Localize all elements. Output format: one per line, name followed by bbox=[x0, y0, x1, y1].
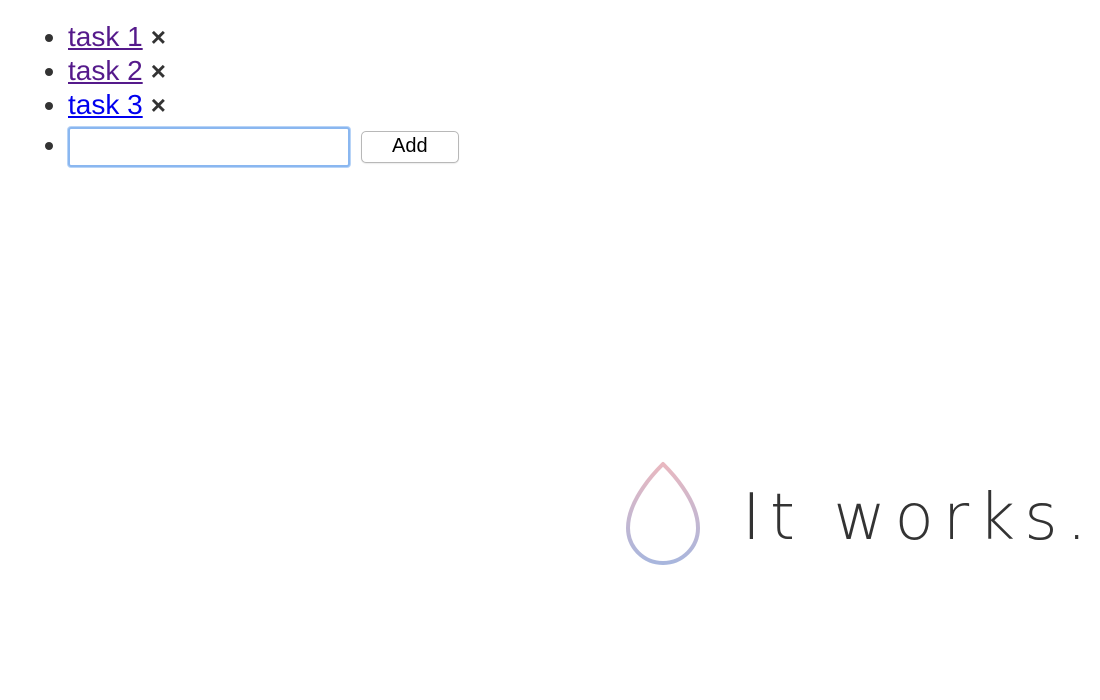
list-item: task 3 × bbox=[68, 88, 459, 122]
task-link[interactable]: task 1 bbox=[68, 21, 143, 52]
add-task-button[interactable]: Add bbox=[360, 130, 459, 163]
list-item: task 1 × bbox=[68, 20, 459, 54]
task-link[interactable]: task 2 bbox=[68, 55, 143, 86]
new-task-row: Add bbox=[68, 122, 459, 168]
remove-task-button[interactable]: × bbox=[151, 21, 166, 54]
list-item: task 2 × bbox=[68, 54, 459, 88]
brand-text: It works. bbox=[742, 481, 1096, 555]
task-list: task 1 × task 2 × task 3 × Add bbox=[40, 20, 459, 168]
remove-task-button[interactable]: × bbox=[151, 55, 166, 88]
brand-banner: It works. bbox=[620, 458, 1096, 570]
remove-task-button[interactable]: × bbox=[151, 89, 166, 122]
water-drop-icon bbox=[626, 462, 700, 565]
new-task-input[interactable] bbox=[68, 126, 350, 167]
task-link[interactable]: task 3 bbox=[68, 89, 143, 120]
